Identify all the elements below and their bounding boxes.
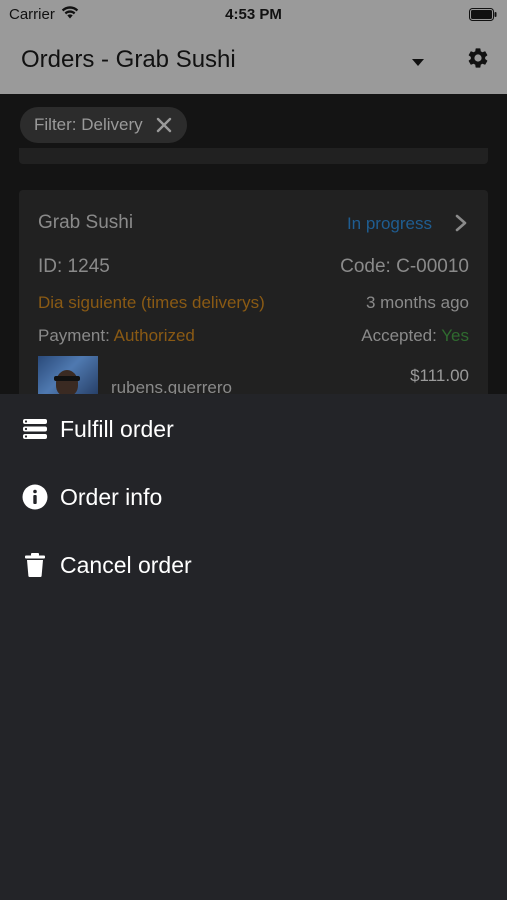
trash-icon: [22, 552, 48, 578]
status-bar: Carrier 4:53 PM: [0, 0, 507, 28]
order-payment: Payment: Authorized: [38, 326, 195, 346]
fulfill-order-label: Fulfill order: [60, 415, 174, 442]
gear-icon: [466, 46, 490, 75]
payment-value: Authorized: [113, 326, 195, 345]
order-price: $111.00: [410, 366, 469, 385]
accepted-value: Yes: [441, 326, 469, 345]
order-delivery-method: Dia siguiente (times deliverys): [38, 293, 265, 312]
payment-label: Payment:: [38, 326, 110, 345]
order-info-button[interactable]: Order info: [0, 466, 507, 528]
order-store-name: Grab Sushi: [38, 212, 134, 233]
avatar: [38, 356, 98, 394]
filter-chip[interactable]: Filter: Delivery: [20, 107, 187, 143]
clock: 4:53 PM: [225, 6, 282, 23]
list-icon: [22, 416, 48, 442]
orders-list: Filter: Delivery Grab Sushi In progress …: [0, 94, 507, 394]
fulfill-order-button[interactable]: Fulfill order: [0, 398, 507, 460]
accepted-label: Accepted:: [361, 326, 437, 345]
cancel-order-label: Cancel order: [60, 551, 192, 578]
order-actions-sheet: Fulfill order Order info Cancel order: [0, 394, 507, 900]
store-dropdown-button[interactable]: [406, 50, 430, 74]
order-accepted: Accepted: Yes: [361, 326, 469, 346]
filter-chip-label: Filter: Delivery: [34, 115, 143, 134]
close-icon[interactable]: [155, 116, 173, 134]
page-title: Orders - Grab Sushi: [21, 46, 236, 73]
order-status: In progress: [346, 214, 432, 233]
app-bar: Orders - Grab Sushi: [0, 28, 507, 94]
info-icon: [22, 484, 48, 510]
order-info-label: Order info: [60, 483, 163, 510]
previous-order-card[interactable]: [19, 148, 488, 164]
battery-icon: [469, 8, 497, 25]
customer-username: rubens.guerrero: [111, 378, 232, 394]
order-code: Code: C-00010: [340, 256, 469, 277]
cancel-order-button[interactable]: Cancel order: [0, 534, 507, 596]
order-card[interactable]: Grab Sushi In progress ID: 1245 Code: C-…: [19, 190, 488, 394]
chevron-right-icon[interactable]: [450, 212, 472, 234]
settings-button[interactable]: [462, 44, 494, 76]
dropdown-arrow-icon: [412, 53, 424, 71]
order-id: ID: 1245: [38, 256, 110, 277]
order-time-ago: 3 months ago: [365, 293, 469, 312]
